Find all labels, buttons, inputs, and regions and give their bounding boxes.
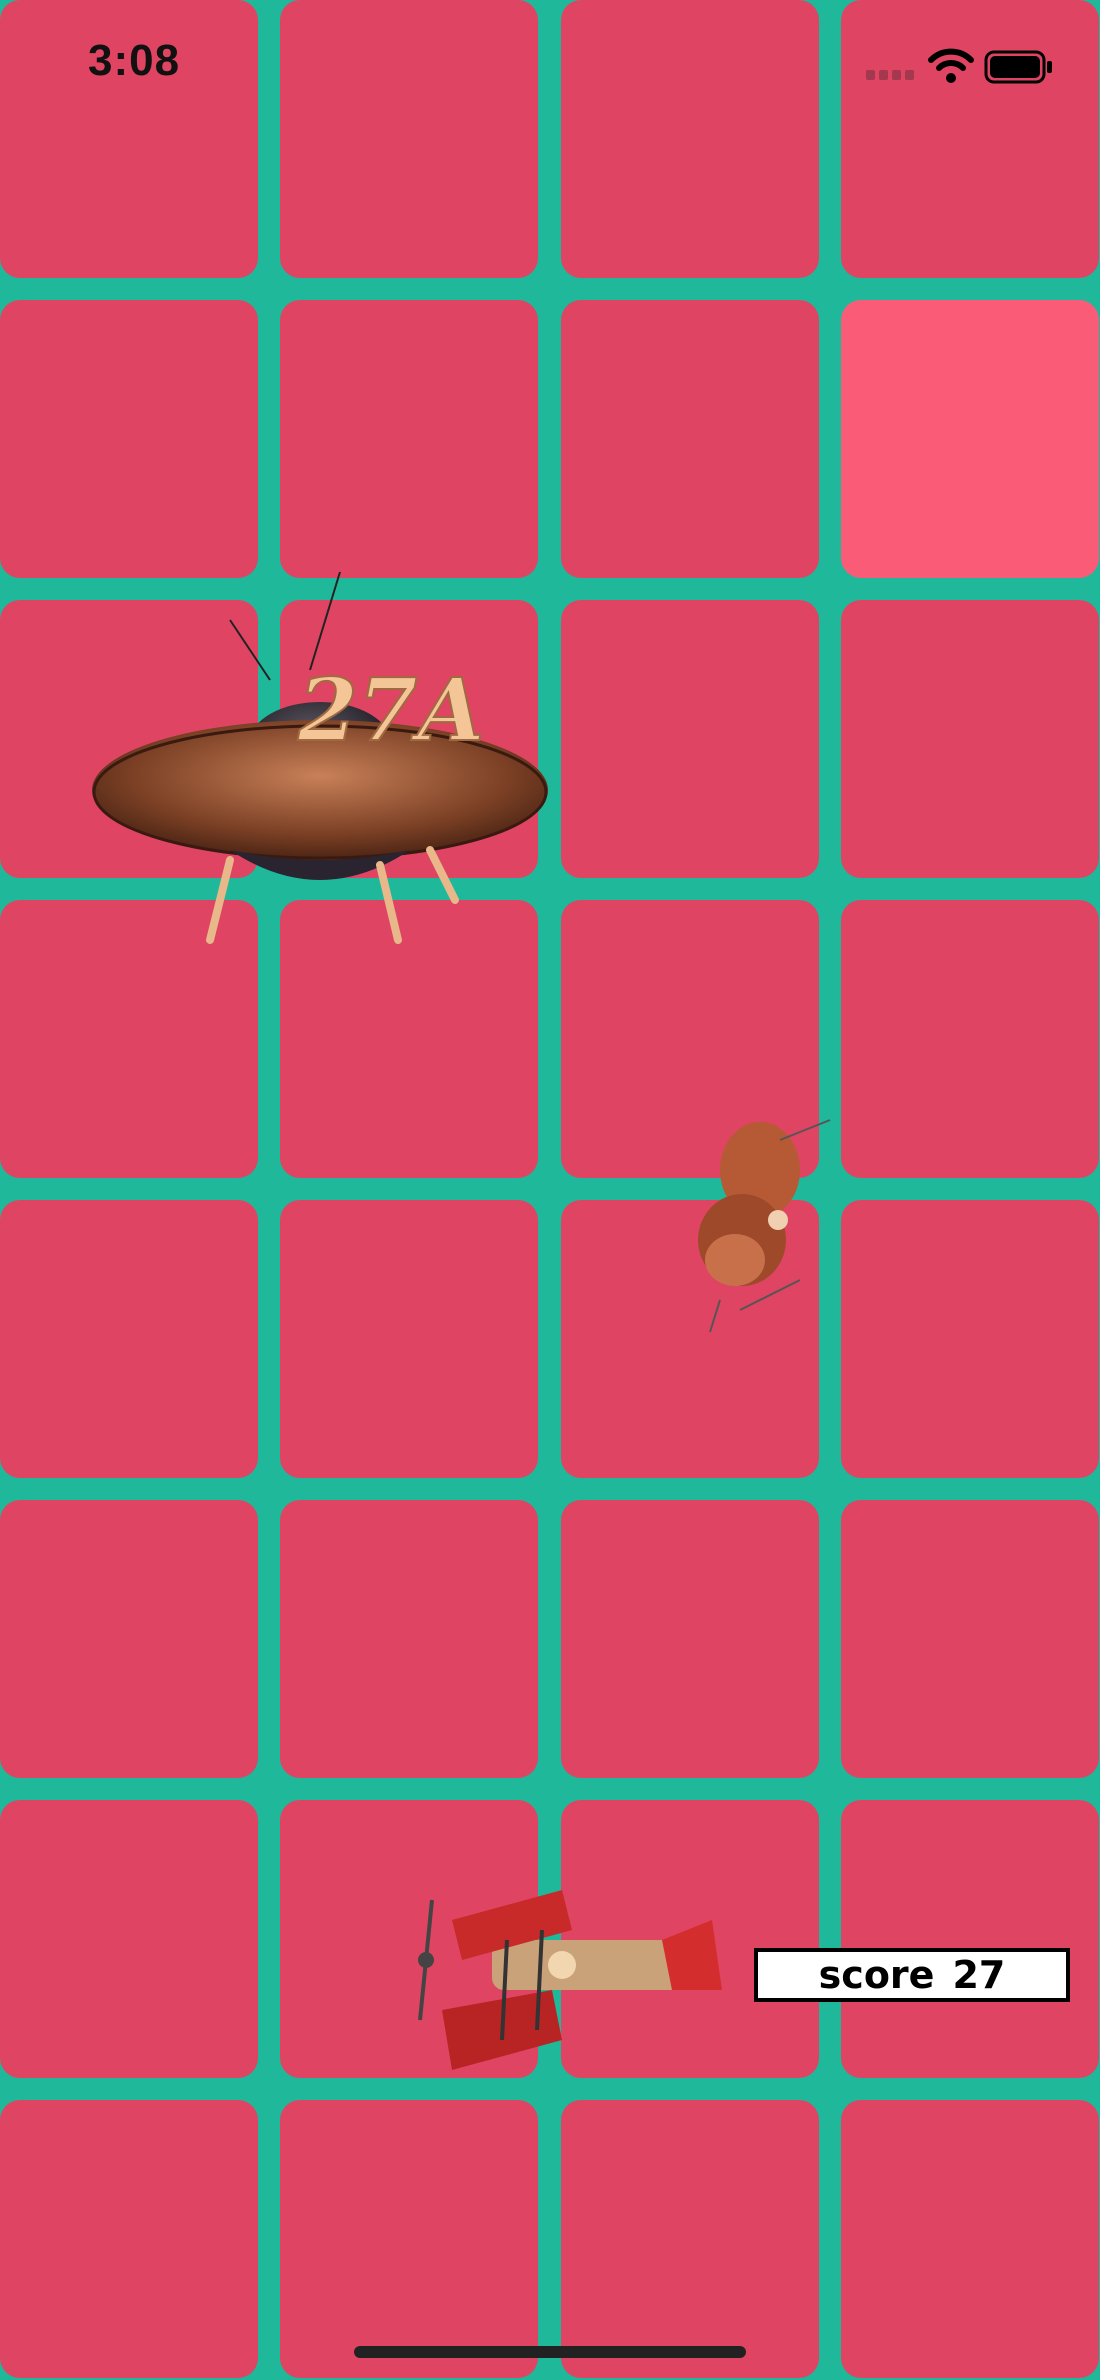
score-label: score <box>818 1953 935 1997</box>
grid-tile[interactable] <box>841 900 1099 1178</box>
grid-tile[interactable] <box>841 1500 1099 1778</box>
wifi-icon <box>928 48 974 83</box>
status-bar: 3:08 <box>0 0 1100 130</box>
grid-tile[interactable] <box>561 300 819 578</box>
flying-saucer-icon[interactable]: 27A <box>80 560 560 960</box>
grid-tile[interactable] <box>280 1200 538 1478</box>
grid-tile[interactable] <box>841 300 1099 578</box>
grid-tile[interactable] <box>0 1800 258 2078</box>
grid-tile[interactable] <box>561 1500 819 1778</box>
grid-tile[interactable] <box>0 1200 258 1478</box>
grid-tile[interactable] <box>561 600 819 878</box>
battery-icon <box>984 50 1052 84</box>
grid-tile[interactable] <box>280 300 538 578</box>
cellular-signal-icon <box>866 70 918 82</box>
grid-tile[interactable] <box>841 600 1099 878</box>
status-time: 3:08 <box>88 36 181 85</box>
score-display: score 27 <box>754 1948 1070 2002</box>
grid-tile[interactable] <box>0 300 258 578</box>
grid-tile[interactable] <box>0 2100 258 2378</box>
grid-tile[interactable] <box>841 1800 1099 2078</box>
grid-tile[interactable] <box>841 2100 1099 2378</box>
home-indicator[interactable] <box>354 2346 746 2358</box>
small-propeller-craft-icon[interactable] <box>680 1110 840 1340</box>
biplane-icon[interactable] <box>412 1880 732 2100</box>
grid-tile[interactable] <box>280 1500 538 1778</box>
grid-tile[interactable] <box>280 2100 538 2378</box>
score-value: 27 <box>952 1953 1006 1997</box>
grid-tile[interactable] <box>0 1500 258 1778</box>
grid-tile[interactable] <box>841 1200 1099 1478</box>
grid-tile[interactable] <box>561 2100 819 2378</box>
ufo-label: 27A <box>297 660 484 761</box>
